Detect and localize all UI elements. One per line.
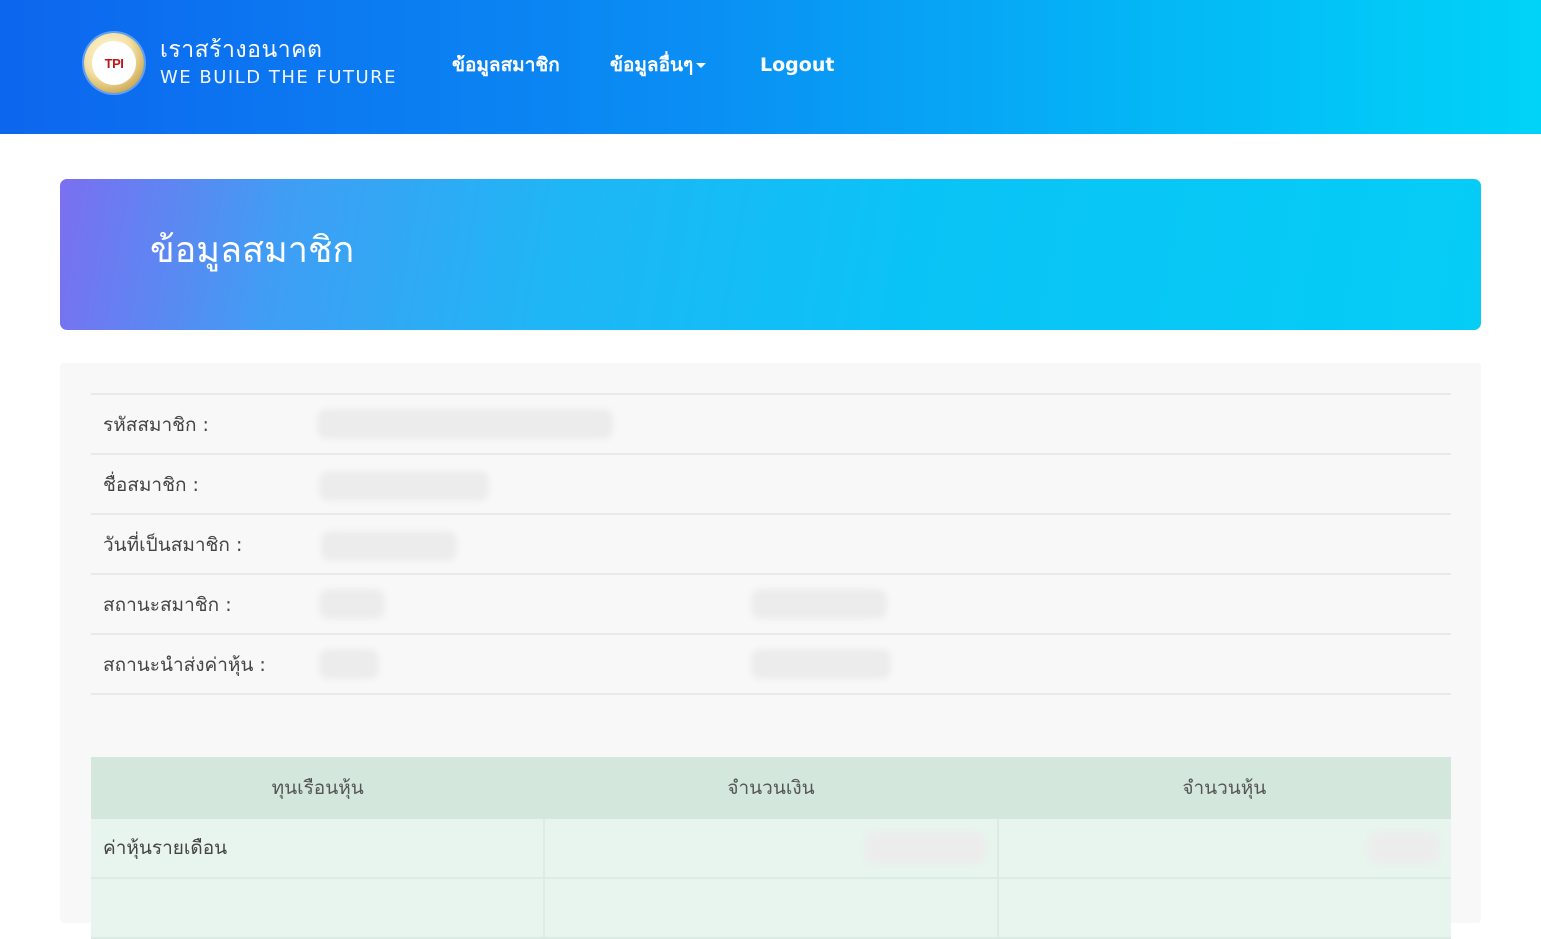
col-header-amount: จำนวนเงิน bbox=[727, 777, 815, 799]
table-row: ค่าหุ้นรายเดือน bbox=[91, 819, 1451, 879]
share-count-value-redacted bbox=[1369, 833, 1439, 863]
cell-share-count bbox=[999, 819, 1451, 877]
nav-logout[interactable]: Logout bbox=[760, 50, 834, 80]
info-row-member-status: สถานะสมาชิก : bbox=[91, 575, 1451, 635]
member-status-value-redacted bbox=[319, 589, 385, 619]
member-status-extra-redacted bbox=[751, 589, 887, 619]
nav-logout-label: Logout bbox=[760, 54, 835, 76]
member-name-label: ชื่อสมาชิก : bbox=[103, 474, 199, 496]
member-info-panel: รหัสสมาชิก : ชื่อสมาชิก : วันที่เป็นสมาช… bbox=[60, 363, 1481, 939]
monthly-share-label: ค่าหุ้นรายเดือน bbox=[103, 837, 228, 859]
top-navbar: TPI เราสร้างอนาคต WE BUILD THE FUTURE ข้… bbox=[0, 0, 1541, 134]
info-row-member-id: รหัสสมาชิก : bbox=[91, 395, 1451, 455]
member-id-value-redacted bbox=[317, 409, 613, 439]
info-row-share-payment-status: สถานะนำส่งค่าหุ้น : bbox=[91, 635, 1451, 695]
brand-slogan-th: เราสร้างอนาคต bbox=[160, 37, 323, 63]
nav-other-info-dropdown[interactable]: ข้อมูลอื่นๆ bbox=[610, 50, 707, 80]
share-payment-status-extra-redacted bbox=[751, 649, 891, 679]
nav-member-info[interactable]: ข้อมูลสมาชิก bbox=[452, 50, 560, 80]
share-payment-status-label: สถานะนำส่งค่าหุ้น : bbox=[103, 654, 266, 676]
cell-share-type bbox=[91, 879, 545, 937]
share-payment-status-value-redacted bbox=[319, 649, 379, 679]
member-status-label: สถานะสมาชิก : bbox=[103, 594, 232, 616]
caret-down-icon bbox=[696, 63, 707, 68]
member-since-value-redacted bbox=[321, 531, 457, 561]
col-header-share-count: จำนวนหุ้น bbox=[1182, 777, 1267, 799]
amount-value-redacted bbox=[865, 833, 985, 863]
brand-text: เราสร้างอนาคต WE BUILD THE FUTURE bbox=[160, 36, 397, 90]
share-table-header: ทุนเรือนหุ้น จำนวนเงิน จำนวนหุ้น bbox=[91, 757, 1451, 819]
tpi-logo: TPI bbox=[84, 33, 144, 93]
logo-text: TPI bbox=[92, 41, 136, 85]
page-title: ข้อมูลสมาชิก bbox=[150, 230, 355, 271]
member-name-value-redacted bbox=[319, 471, 489, 501]
cell-share-type: ค่าหุ้นรายเดือน bbox=[91, 819, 545, 877]
cell-amount bbox=[545, 819, 999, 877]
brand-slogan-en: WE BUILD THE FUTURE bbox=[160, 67, 398, 88]
page-header-banner: ข้อมูลสมาชิก bbox=[60, 179, 1481, 330]
nav-other-info-label: ข้อมูลอื่นๆ bbox=[610, 54, 694, 76]
cell-amount bbox=[545, 879, 999, 937]
member-info-table: รหัสสมาชิก : ชื่อสมาชิก : วันที่เป็นสมาช… bbox=[91, 393, 1451, 695]
share-capital-table: ทุนเรือนหุ้น จำนวนเงิน จำนวนหุ้น ค่าหุ้น… bbox=[91, 757, 1451, 939]
brand-home-link[interactable]: TPI เราสร้างอนาคต WE BUILD THE FUTURE bbox=[84, 32, 397, 94]
cell-share-count bbox=[999, 879, 1451, 937]
col-header-share-capital: ทุนเรือนหุ้น bbox=[271, 777, 364, 799]
table-row bbox=[91, 879, 1451, 939]
member-id-label: รหัสสมาชิก : bbox=[103, 414, 209, 436]
info-row-member-since: วันที่เป็นสมาชิก : bbox=[91, 515, 1451, 575]
member-since-label: วันที่เป็นสมาชิก : bbox=[103, 534, 243, 556]
info-row-member-name: ชื่อสมาชิก : bbox=[91, 455, 1451, 515]
nav-member-info-label: ข้อมูลสมาชิก bbox=[452, 54, 560, 76]
